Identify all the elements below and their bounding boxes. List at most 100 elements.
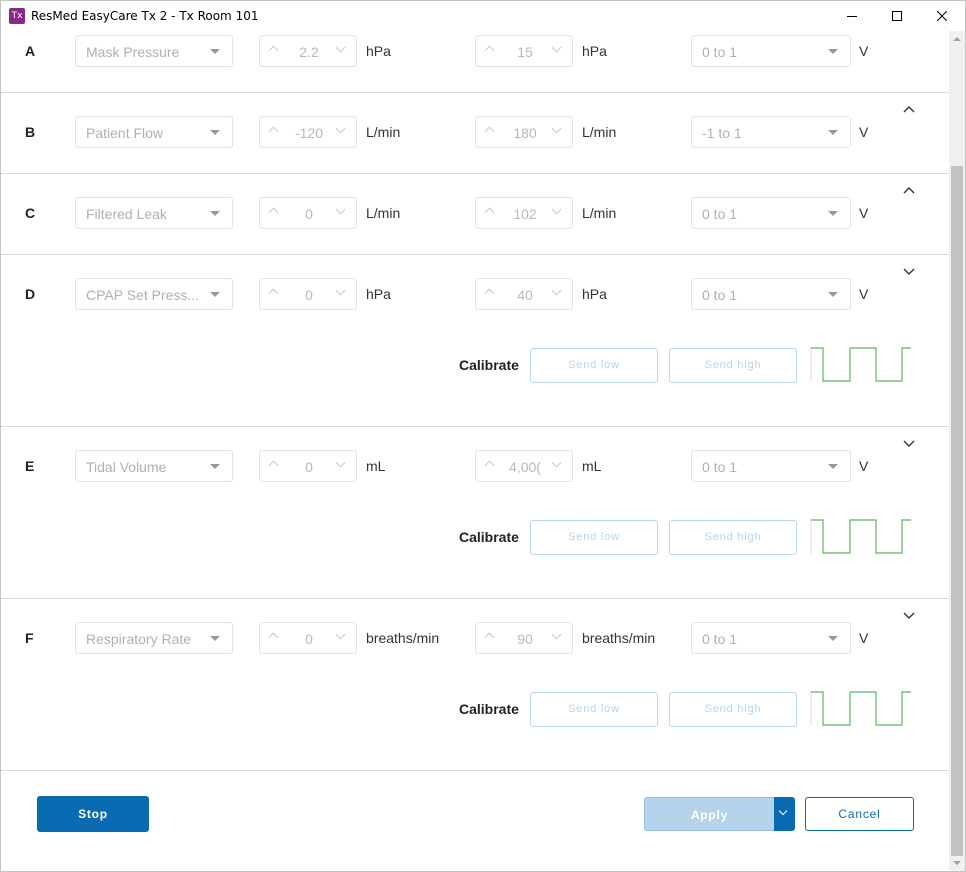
spin-up-icon[interactable] [484, 207, 495, 218]
low-value[interactable]: 0 [284, 631, 334, 647]
chevron-down-icon[interactable] [903, 268, 915, 276]
high-value[interactable]: 90 [500, 631, 550, 647]
low-value-spinner[interactable]: 0 [259, 197, 357, 229]
high-unit: mL [582, 458, 602, 474]
spin-up-icon[interactable] [484, 632, 495, 643]
high-value-spinner[interactable]: 15 [475, 35, 573, 67]
vertical-scrollbar[interactable] [949, 31, 965, 871]
high-unit: L/min [582, 124, 617, 140]
voltage-dropdown[interactable]: 0 to 1 [691, 197, 851, 229]
high-value-spinner[interactable]: 4,00( [475, 450, 573, 482]
spin-up-icon[interactable] [484, 288, 495, 299]
low-value-spinner[interactable]: 0 [259, 278, 357, 310]
dropdown-arrow-icon [210, 211, 220, 216]
voltage-dropdown[interactable]: 0 to 1 [691, 622, 851, 654]
high-value[interactable]: 15 [500, 44, 550, 60]
spin-down-icon[interactable] [335, 204, 346, 215]
high-unit: breaths/min [582, 630, 656, 646]
spin-down-icon[interactable] [551, 123, 562, 134]
dropdown-arrow-icon [828, 464, 838, 469]
chevron-down-icon[interactable] [903, 612, 915, 620]
low-value[interactable]: -120 [284, 125, 334, 141]
scroll-up-icon[interactable] [953, 37, 961, 41]
spin-down-icon[interactable] [551, 42, 562, 53]
spin-up-icon[interactable] [268, 288, 279, 299]
maximize-button[interactable] [874, 1, 920, 31]
spin-up-icon[interactable] [484, 460, 495, 471]
minimize-icon [847, 16, 857, 17]
low-value-spinner[interactable]: 0 [259, 622, 357, 654]
spin-up-icon[interactable] [268, 45, 279, 56]
chevron-up-icon[interactable] [903, 187, 915, 195]
stop-button[interactable]: Stop [37, 796, 149, 832]
low-value[interactable]: 0 [284, 206, 334, 222]
spin-up-icon[interactable] [268, 632, 279, 643]
spin-down-icon[interactable] [335, 123, 346, 134]
close-button[interactable] [919, 1, 965, 31]
channel-label: D [25, 286, 36, 302]
send-low-button[interactable]: Send low [530, 520, 658, 555]
minimize-button[interactable] [829, 1, 875, 31]
high-value-spinner[interactable]: 102 [475, 197, 573, 229]
voltage-unit: V [859, 43, 869, 59]
signal-dropdown[interactable]: Tidal Volume [75, 450, 233, 482]
high-value[interactable]: 4,00( [500, 459, 550, 475]
low-value-spinner[interactable]: 2.2 [259, 35, 357, 67]
spin-down-icon[interactable] [551, 629, 562, 640]
signal-value: Patient Flow [86, 125, 164, 141]
high-value-spinner[interactable]: 180 [475, 116, 573, 148]
high-value[interactable]: 180 [500, 125, 550, 141]
send-high-button[interactable]: Send high [669, 348, 797, 383]
signal-dropdown[interactable]: Patient Flow [75, 116, 233, 148]
chevron-down-icon[interactable] [903, 440, 915, 448]
spin-down-icon[interactable] [551, 285, 562, 296]
voltage-dropdown[interactable]: 0 to 1 [691, 278, 851, 310]
signal-dropdown[interactable]: Respiratory Rate [75, 622, 233, 654]
title-bar[interactable]: Tx ResMed EasyCare Tx 2 - Tx Room 101 [1, 1, 965, 31]
spin-down-icon[interactable] [335, 457, 346, 468]
high-unit: hPa [582, 43, 607, 59]
voltage-dropdown[interactable]: 0 to 1 [691, 35, 851, 67]
low-value[interactable]: 2.2 [284, 44, 334, 60]
chevron-up-icon[interactable] [903, 106, 915, 114]
spin-up-icon[interactable] [268, 207, 279, 218]
spin-down-icon[interactable] [551, 204, 562, 215]
low-value[interactable]: 0 [284, 459, 334, 475]
cancel-button[interactable]: Cancel [805, 797, 914, 831]
high-value-spinner[interactable]: 90 [475, 622, 573, 654]
apply-dropdown-button[interactable] [774, 797, 795, 831]
spin-up-icon[interactable] [268, 460, 279, 471]
signal-dropdown[interactable]: Filtered Leak [75, 197, 233, 229]
low-value-spinner[interactable]: -120 [259, 116, 357, 148]
spin-down-icon[interactable] [551, 457, 562, 468]
spin-up-icon[interactable] [268, 126, 279, 137]
signal-dropdown[interactable]: Mask Pressure [75, 35, 233, 67]
send-low-button[interactable]: Send low [530, 348, 658, 383]
send-high-button[interactable]: Send high [669, 520, 797, 555]
spin-up-icon[interactable] [484, 126, 495, 137]
app-window: Tx ResMed EasyCare Tx 2 - Tx Room 101 F R… [0, 0, 966, 872]
signal-dropdown[interactable]: CPAP Set Press... [75, 278, 233, 310]
high-value-spinner[interactable]: 40 [475, 278, 573, 310]
send-high-button[interactable]: Send high [669, 692, 797, 727]
voltage-dropdown[interactable]: -1 to 1 [691, 116, 851, 148]
channel-list: F Respiratory Rate 0 breaths/min 90 breaths/m… [1, 31, 949, 871]
low-value[interactable]: 0 [284, 287, 334, 303]
scroll-thumb[interactable] [951, 166, 963, 856]
dropdown-arrow-icon [828, 49, 838, 54]
voltage-value: -1 to 1 [702, 125, 742, 141]
scroll-down-icon[interactable] [953, 861, 961, 865]
dropdown-arrow-icon [828, 292, 838, 297]
low-unit: L/min [366, 205, 401, 221]
spin-down-icon[interactable] [335, 285, 346, 296]
high-value[interactable]: 102 [500, 206, 550, 222]
high-value[interactable]: 40 [500, 287, 550, 303]
send-low-button[interactable]: Send low [530, 692, 658, 727]
spin-down-icon[interactable] [335, 629, 346, 640]
spin-up-icon[interactable] [484, 45, 495, 56]
voltage-dropdown[interactable]: 0 to 1 [691, 450, 851, 482]
apply-button[interactable]: Apply [644, 797, 774, 831]
low-value-spinner[interactable]: 0 [259, 450, 357, 482]
voltage-unit: V [859, 630, 869, 646]
spin-down-icon[interactable] [335, 42, 346, 53]
